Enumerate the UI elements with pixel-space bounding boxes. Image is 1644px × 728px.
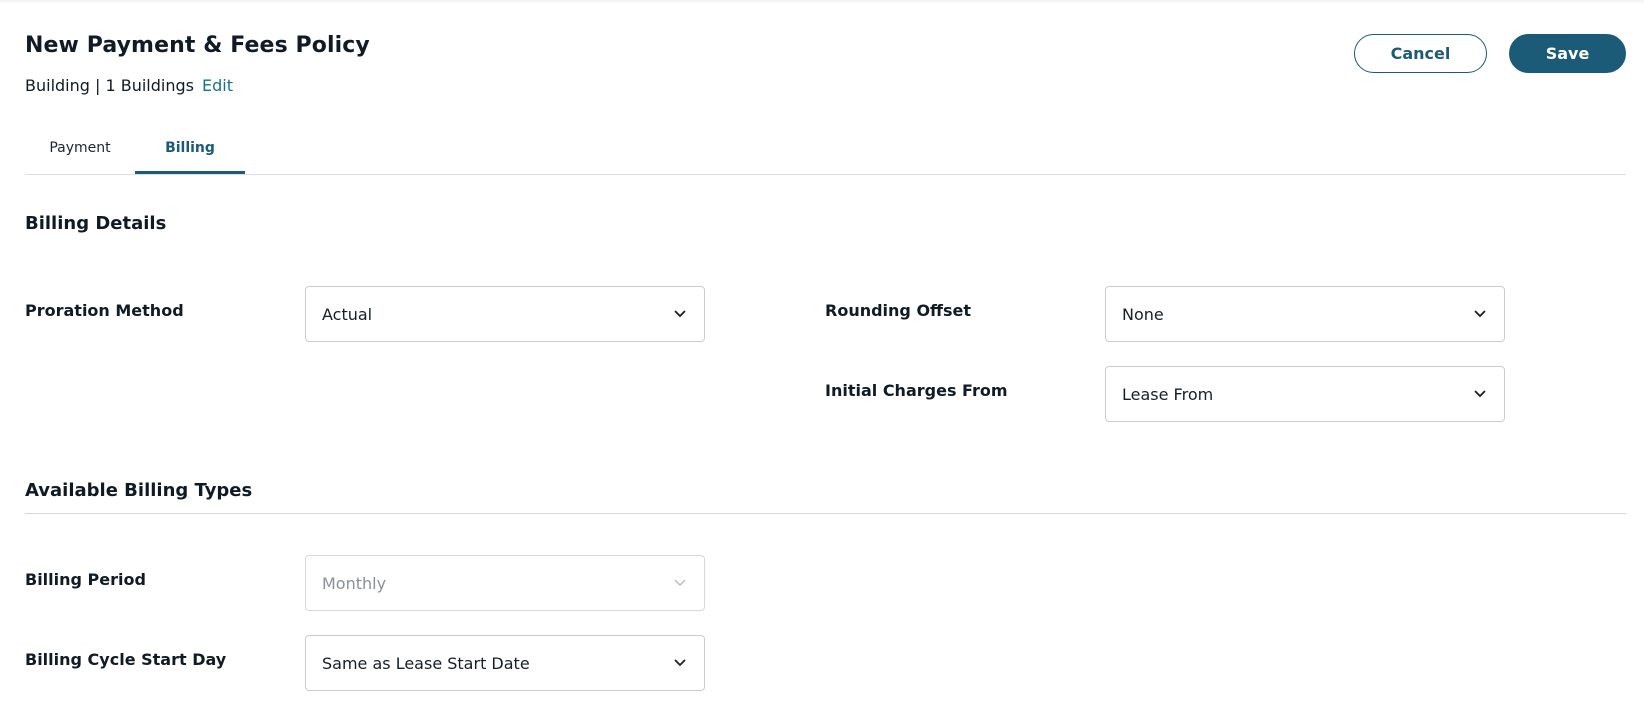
available-billing-types-heading: Available Billing Types: [25, 480, 253, 501]
chevron-down-icon: [1456, 366, 1504, 422]
rounding-offset-value: None: [1122, 304, 1164, 324]
section-divider: [25, 513, 1626, 514]
rounding-offset-select[interactable]: None: [1105, 286, 1505, 342]
chevron-down-icon: [656, 635, 704, 691]
billing-cycle-start-day-select[interactable]: Same as Lease Start Date: [305, 635, 705, 691]
billing-period-select: Monthly: [305, 555, 705, 611]
billing-period-value: Monthly: [322, 573, 387, 593]
billing-details-heading: Billing Details: [25, 213, 167, 234]
cancel-button[interactable]: Cancel: [1354, 34, 1487, 73]
billing-cycle-start-day-label: Billing Cycle Start Day: [25, 650, 227, 669]
initial-charges-from-label: Initial Charges From: [825, 381, 1008, 400]
page-title: New Payment & Fees Policy: [25, 33, 370, 58]
initial-charges-from-value: Lease From: [1122, 384, 1214, 404]
scope-info: Building | 1 Buildings Edit: [25, 76, 233, 95]
top-shadow: [0, 0, 1644, 4]
proration-method-select[interactable]: Actual: [305, 286, 705, 342]
chevron-down-icon: [1456, 286, 1504, 342]
tab-bar: Payment Billing: [25, 131, 1626, 175]
tab-billing[interactable]: Billing: [135, 131, 245, 174]
save-button[interactable]: Save: [1509, 34, 1626, 73]
chevron-down-icon: [656, 286, 704, 342]
proration-method-label: Proration Method: [25, 301, 184, 320]
rounding-offset-label: Rounding Offset: [825, 301, 972, 320]
tab-payment[interactable]: Payment: [25, 131, 135, 174]
initial-charges-from-select[interactable]: Lease From: [1105, 366, 1505, 422]
chevron-down-icon: [656, 555, 704, 611]
edit-scope-link[interactable]: Edit: [202, 76, 233, 95]
billing-period-label: Billing Period: [25, 570, 146, 589]
proration-method-value: Actual: [322, 304, 373, 324]
scope-text: Building | 1 Buildings: [25, 76, 194, 95]
billing-cycle-start-day-value: Same as Lease Start Date: [322, 653, 530, 673]
